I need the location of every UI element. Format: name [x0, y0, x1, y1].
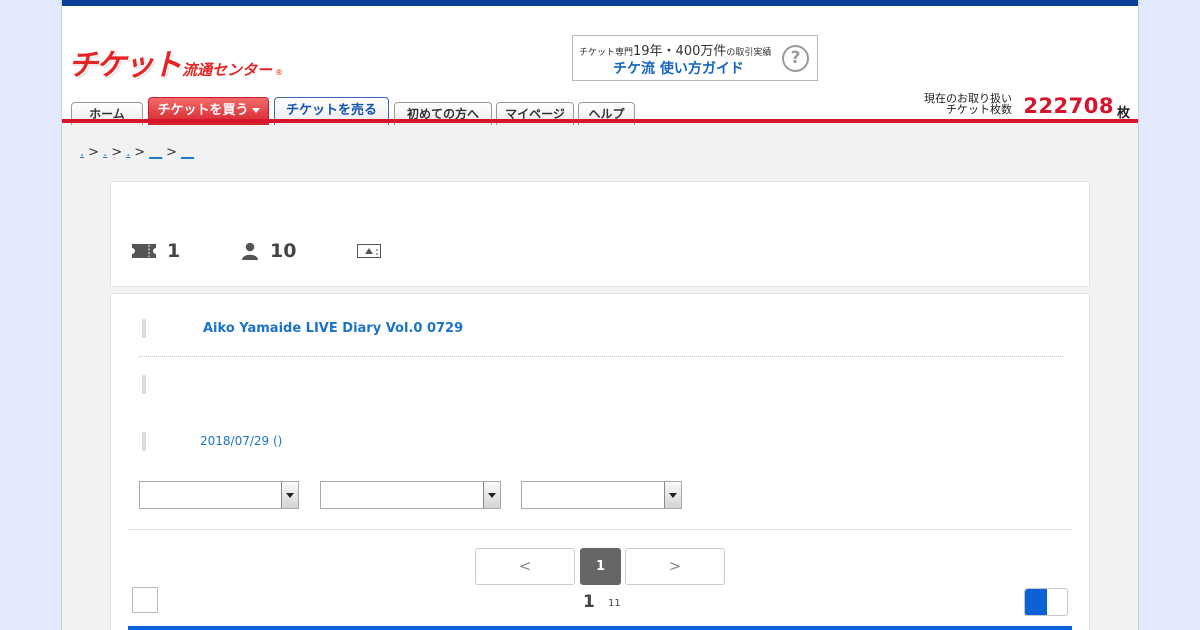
page-total: 11	[608, 598, 621, 609]
breadcrumb-link[interactable]: .	[103, 145, 107, 160]
image-stat	[357, 238, 381, 264]
image-icon	[357, 244, 381, 258]
breadcrumb-separator: >	[88, 145, 100, 160]
chevron-down-icon	[281, 482, 298, 508]
nav-tab-label: チケットを売る	[285, 103, 377, 118]
listing-card: Aiko Yamaide LIVE Diary Vol.0 0729 2018/…	[110, 293, 1090, 630]
site-header: チケット 流通センター ® チケット専門19年・400万件の取引実績 チケ流 使い方…	[62, 6, 1138, 125]
logo-main-text: チケット	[68, 48, 182, 83]
event-title-link[interactable]: Aiko Yamaide LIVE Diary Vol.0 0729	[203, 321, 463, 336]
breadcrumb-separator: >	[134, 145, 146, 160]
logo-sub-text: 流通センター	[182, 61, 273, 79]
breadcrumb-link[interactable]: .	[80, 145, 84, 160]
chevron-down-icon	[483, 482, 500, 508]
filter-select-1[interactable]	[139, 481, 299, 509]
ticket-count-label-line2: チケット枚数	[946, 103, 1012, 116]
person-icon	[242, 242, 258, 260]
breadcrumb-link[interactable]: .	[126, 145, 130, 160]
help-question-icon: ?	[782, 45, 809, 72]
site-logo[interactable]: チケット 流通センター ®	[68, 40, 284, 83]
chevron-down-icon	[664, 482, 681, 508]
ticket-count-stat-value: 1	[167, 240, 181, 262]
chevron-down-icon	[251, 108, 260, 113]
section-divider	[128, 529, 1072, 530]
bottom-accent-bar	[128, 626, 1072, 630]
ticket-count: 現在のお取り扱い チケット枚数 222708 枚	[910, 92, 1130, 122]
select-all-checkbox[interactable]	[132, 587, 158, 613]
people-count-stat: 10	[241, 238, 296, 264]
toggle-active-segment	[1025, 589, 1047, 615]
row-marker	[142, 319, 146, 338]
pagination-prev-button[interactable]: <	[475, 548, 575, 585]
breadcrumb: . >. >. > __ > __	[80, 145, 194, 160]
ticket-count-label: 現在のお取り扱い チケット枚数	[912, 93, 1012, 115]
guide-tagline-suffix: の取引実績	[726, 48, 772, 58]
usage-guide-banner[interactable]: チケット専門19年・400万件の取引実績 チケ流 使い方ガイド ?	[572, 35, 818, 81]
row-marker	[142, 375, 146, 394]
ticket-count-stat: 1	[132, 238, 180, 264]
event-date-link[interactable]: 2018/07/29 ()	[200, 434, 282, 448]
summary-card: 1 10	[110, 181, 1090, 287]
dotted-divider	[139, 356, 1063, 357]
guide-tagline-big: 19年・400万件	[633, 44, 727, 59]
breadcrumb-separator: >	[166, 145, 178, 160]
pagination-next-button[interactable]: >	[625, 548, 725, 585]
ticket-icon	[132, 244, 156, 258]
pagination-current-page[interactable]: 1	[580, 548, 621, 585]
view-toggle[interactable]	[1024, 588, 1068, 616]
people-count-stat-value: 10	[270, 240, 297, 262]
breadcrumb-separator: >	[111, 145, 123, 160]
header-divider	[62, 119, 1138, 123]
guide-tagline-prefix: チケット専門	[579, 48, 634, 58]
logo-registered-mark: ®	[275, 68, 284, 77]
nav-tab-label: チケットを買う	[157, 103, 249, 118]
breadcrumb-link[interactable]: __	[181, 145, 194, 160]
guide-tagline: チケット専門19年・400万件の取引実績	[579, 40, 771, 59]
filter-select-2[interactable]	[320, 481, 501, 509]
page-indicator: 1	[583, 592, 595, 612]
filter-select-3[interactable]	[521, 481, 682, 509]
page: チケット 流通センター ® チケット専門19年・400万件の取引実績 チケ流 使い方…	[61, 0, 1139, 630]
guide-title: チケ流 使い方ガイド	[613, 61, 744, 77]
breadcrumb-link[interactable]: __	[149, 145, 162, 160]
ticket-count-value: 222708	[1023, 94, 1114, 118]
row-marker	[142, 432, 146, 451]
